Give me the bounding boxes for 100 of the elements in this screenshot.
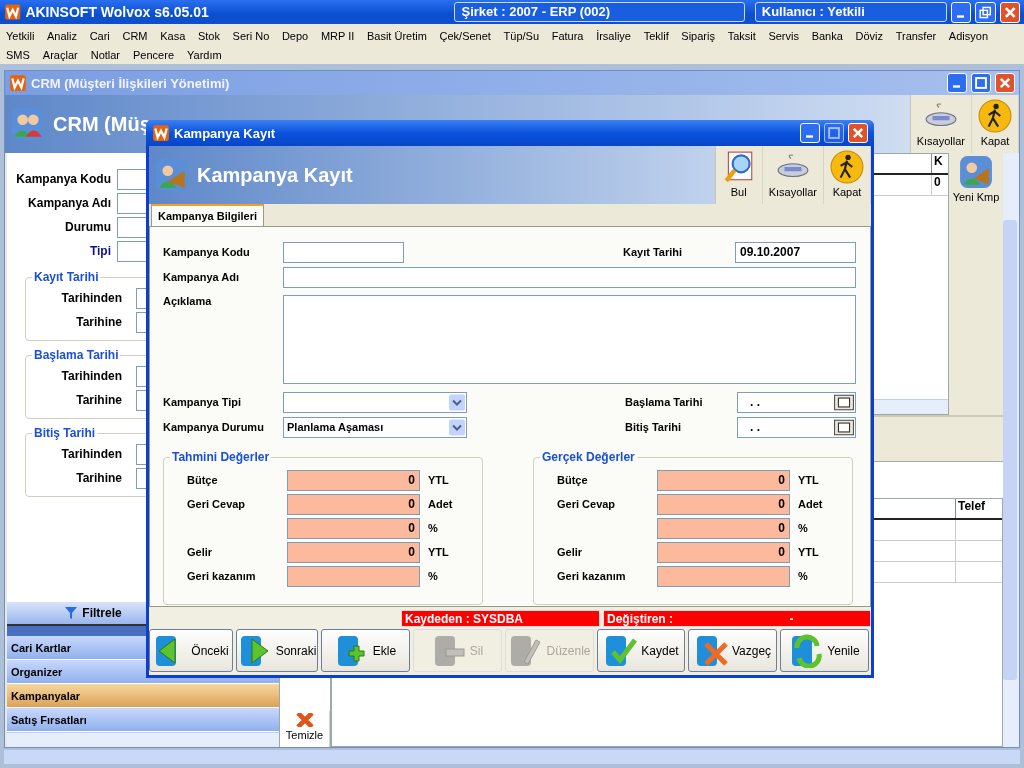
menu-item[interactable]: Fatura — [551, 29, 584, 42]
menu-item[interactable]: Adisyon — [948, 29, 988, 42]
date-field[interactable]: . . — [737, 416, 856, 438]
menu-item[interactable]: Analiz — [47, 29, 77, 42]
table-cell: 0 — [931, 175, 948, 195]
action-button[interactable]: Kaydet — [597, 629, 685, 672]
number-field[interactable]: 0 — [287, 493, 420, 515]
column-header[interactable]: K — [931, 154, 948, 173]
menu-item[interactable]: Transfer — [895, 29, 937, 42]
unit-label: Adet — [797, 498, 823, 510]
menu-item[interactable]: İrsaliye — [596, 29, 631, 42]
date-field[interactable]: . . — [737, 391, 856, 413]
field-label: Açıklama — [163, 295, 213, 307]
action-button[interactable]: Sonraki — [236, 629, 318, 672]
unit-label: Adet — [427, 498, 453, 510]
number-field[interactable]: 0 — [657, 541, 790, 563]
menu-item[interactable]: Tüp/Su — [503, 29, 539, 42]
menu-item[interactable]: Araçlar — [42, 48, 78, 61]
menu-item[interactable]: Depo — [281, 29, 309, 42]
menu-item[interactable]: MRP II — [320, 29, 355, 42]
unit-label: % — [797, 570, 808, 582]
unit-label: % — [427, 570, 438, 582]
field-label: Gelir — [557, 546, 583, 558]
dropdown[interactable]: Planlama Aşaması — [283, 416, 467, 438]
field-label: Geri Cevap — [187, 498, 246, 510]
menu-item[interactable]: Notlar — [90, 48, 121, 61]
app-title: AKINSOFT Wolvox s6.05.01 — [25, 4, 210, 20]
nav-item[interactable]: Kampanyalar — [7, 684, 279, 708]
unit-label: % — [427, 522, 438, 534]
menu-item[interactable]: Taksit — [727, 29, 756, 42]
field-label: Kayıt Tarihi — [623, 246, 684, 258]
field-label: Tarihinden — [60, 369, 123, 383]
toolbar-button[interactable]: Kapat — [824, 146, 871, 204]
new-campaign-button[interactable]: Yeni Kmp — [949, 153, 1003, 209]
field-label: Bütçe — [187, 474, 218, 486]
number-field[interactable]: 0 — [657, 517, 790, 539]
menu-item[interactable]: Stok — [197, 29, 220, 42]
menu-item[interactable]: Banka — [811, 29, 843, 42]
field-label: Geri kazanım — [187, 570, 256, 582]
field-label: Tipi — [88, 244, 112, 258]
menu-item[interactable]: Cari — [89, 29, 110, 42]
field-label: Tarihine — [75, 471, 123, 485]
field-label: Tarihine — [75, 315, 123, 329]
action-button[interactable]: Önceki — [149, 629, 233, 672]
field-label: Durumu — [64, 220, 112, 234]
field-label: Kampanya Kodu — [163, 246, 251, 258]
dialog-title: Kampanya Kayıt — [174, 125, 276, 141]
menu-item[interactable]: CRM — [122, 29, 148, 42]
menu-item[interactable]: SMS — [6, 48, 30, 61]
group-title: Kayıt Tarihi — [32, 270, 101, 284]
field-label: Bitiş Tarihi — [625, 421, 683, 433]
menu-item[interactable]: Servis — [768, 29, 799, 42]
menu-item[interactable]: Döviz — [855, 29, 883, 42]
field-label: Gelir — [187, 546, 213, 558]
menu-item[interactable]: Çek/Senet — [439, 29, 491, 42]
field-label: Kampanya Adı — [163, 271, 240, 283]
field-label: Kampanya Adı — [27, 196, 112, 210]
action-button[interactable]: Yenile — [780, 629, 869, 672]
created-by-label: Kaydeden : SYSDBA — [401, 610, 600, 627]
unit-label: YTL — [427, 546, 449, 558]
number-field[interactable]: 0 — [287, 517, 420, 539]
toolbar-button[interactable]: Bul — [715, 146, 763, 204]
tab[interactable]: Kampanya Bilgileri — [151, 204, 265, 226]
field-label: Tarihine — [75, 393, 123, 407]
company-indicator: Şirket : 2007 - ERP (002) — [454, 2, 745, 22]
group-title: Başlama Tarihi — [32, 348, 121, 362]
date-field[interactable]: 09.10.2007 — [735, 241, 856, 263]
number-field[interactable]: 0 — [287, 541, 420, 563]
field-label: Başlama Tarihi — [625, 396, 704, 408]
modified-by-label: Değiştiren : — [607, 611, 673, 626]
menu-item[interactable]: Teklif — [643, 29, 669, 42]
menu-item[interactable]: Yardım — [187, 48, 222, 61]
menu-item[interactable]: Kasa — [160, 29, 186, 42]
unit-label: % — [797, 522, 808, 534]
unit-label: YTL — [427, 474, 449, 486]
nav-item[interactable]: Satış Fırsatları — [7, 708, 279, 732]
action-button[interactable]: Ekle — [321, 629, 410, 672]
number-field[interactable]: 0 — [287, 469, 420, 491]
toolbar-button[interactable]: Kapat — [972, 95, 1019, 153]
field-label: Kampanya Tipi — [163, 396, 243, 408]
menu-item[interactable]: Basit Üretim — [366, 29, 427, 42]
group-title: Bitiş Tarihi — [32, 426, 98, 440]
clear-button[interactable]: Temizle — [280, 711, 330, 747]
group-title: Gerçek Değerler — [540, 450, 637, 464]
column-header[interactable]: Telef — [955, 499, 1002, 518]
menu-item[interactable]: Seri No — [232, 29, 270, 42]
field-label: Kampanya Durumu — [163, 421, 265, 433]
menu-item[interactable]: Sipariş — [681, 29, 715, 42]
modified-by-value: - — [788, 611, 795, 626]
menu-item[interactable]: Pencere — [133, 48, 174, 61]
field-label: Geri Cevap — [557, 498, 616, 510]
action-button[interactable]: Vazgeç — [688, 629, 777, 672]
field-label: Tarihinden — [60, 291, 123, 305]
menu-item[interactable]: Yetkili — [6, 29, 35, 42]
field-label: Bütçe — [557, 474, 588, 486]
number-field[interactable]: 0 — [657, 469, 790, 491]
field-label: Kampanya Kodu — [15, 172, 112, 186]
number-field[interactable]: 0 — [657, 493, 790, 515]
header-title: Kampanya Kayıt — [197, 163, 353, 187]
field-label: Geri kazanım — [557, 570, 626, 582]
